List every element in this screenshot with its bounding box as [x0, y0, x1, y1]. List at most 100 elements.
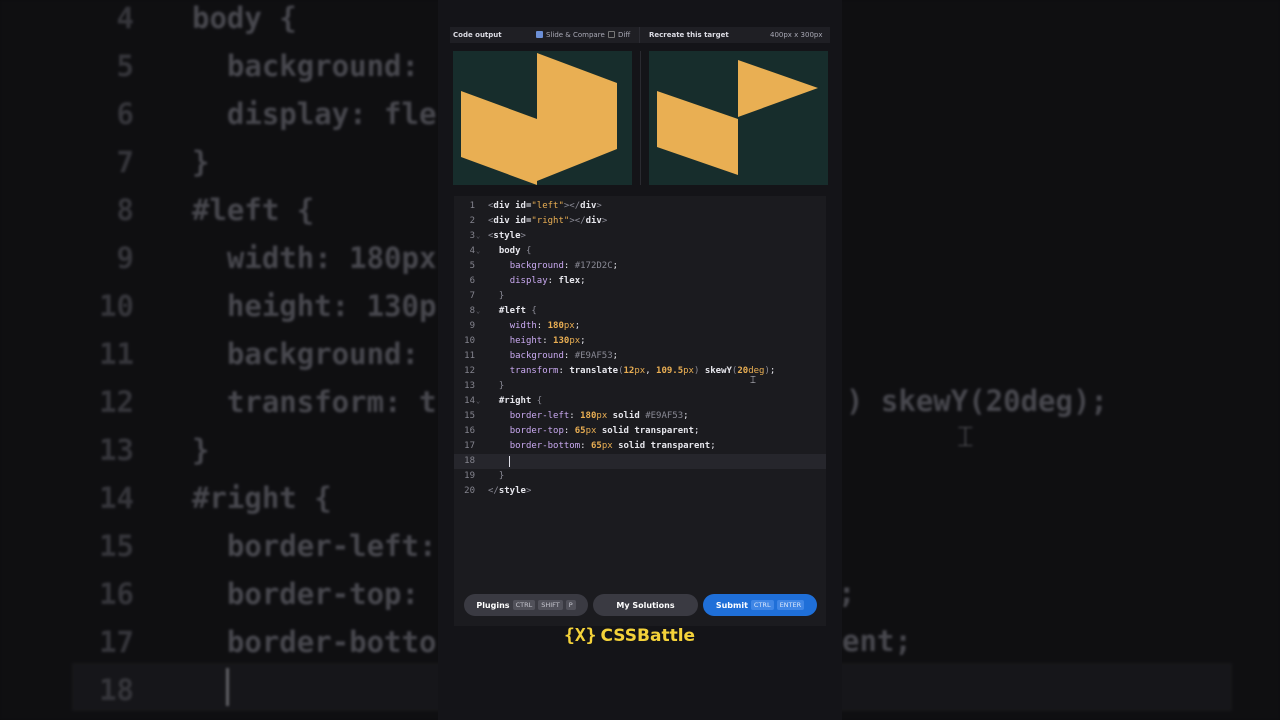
code-text: <style>	[488, 229, 526, 244]
text-caret	[509, 456, 510, 467]
code-token: {	[525, 246, 532, 256]
code-token: 65	[590, 441, 602, 451]
code-token: }	[498, 471, 505, 481]
code-token: ;	[612, 261, 619, 271]
code-token: ></	[569, 216, 586, 226]
code-token: id=	[515, 216, 532, 226]
fold-chevron-icon[interactable]: ⌄	[476, 229, 480, 244]
code-token: translate	[569, 366, 619, 376]
code-line[interactable]: 10 height: 130px;	[454, 334, 826, 349]
code-line[interactable]: 4 ⌄ body {	[454, 244, 826, 259]
code-line[interactable]: 12 transform: translate(12px, 109.5px) s…	[454, 364, 826, 379]
my-solutions-label: My Solutions	[616, 600, 675, 610]
toolbar-divider	[639, 27, 640, 43]
code-token: body	[498, 246, 521, 256]
plugins-key-shift: SHIFT	[538, 600, 563, 610]
background-line-number: 4	[116, 1, 134, 35]
code-token: :	[580, 441, 591, 451]
code-line[interactable]: 11 background: #E9AF53;	[454, 349, 826, 364]
code-line[interactable]: 19 }	[454, 469, 826, 484]
diff-checkbox-icon[interactable]	[608, 31, 615, 38]
preview-divider	[640, 51, 641, 185]
code-line[interactable]: 17 border-bottom: 65px solid transparent…	[454, 439, 826, 454]
code-token: 65	[574, 426, 586, 436]
output-left-skewed-shape	[461, 91, 537, 185]
code-line[interactable]: 20 </style>	[454, 484, 826, 499]
code-token: :	[563, 426, 575, 436]
code-token: solid	[601, 426, 629, 436]
code-token: {	[536, 396, 543, 406]
code-line[interactable]: 3 ⌄ <style>	[454, 229, 826, 244]
code-line[interactable]: 6 display: flex;	[454, 274, 826, 289]
code-line[interactable]: 15 border-left: 180px solid #E9AF53;	[454, 409, 826, 424]
code-token: </	[488, 486, 499, 496]
code-editor[interactable]: 1 <div id="left"></div> 2 <div id="right"><…	[454, 196, 826, 584]
fold-chevron-icon[interactable]: ⌄	[476, 304, 480, 319]
fold-chevron-icon[interactable]: ⌄	[476, 394, 480, 409]
submit-label: Submit	[715, 601, 748, 610]
code-token: width	[509, 321, 537, 331]
code-token: >	[596, 201, 602, 211]
fold-chevron-icon[interactable]: ⌄	[476, 244, 480, 259]
code-line[interactable]: 8 ⌄ #left {	[454, 304, 826, 319]
code-token: height	[509, 336, 543, 346]
slide-compare-toggle[interactable]: Slide & Compare	[536, 27, 605, 43]
code-line[interactable]: 9 width: 180px;	[454, 319, 826, 334]
code-output-label: Code output	[453, 31, 502, 39]
code-token: :	[536, 321, 548, 331]
cssbattle-logo-text: CSSBattle	[600, 626, 696, 646]
background-line-text: width: 180px	[192, 241, 437, 275]
code-token: "left"	[531, 201, 564, 211]
code-text: <div id="right"></div>	[488, 214, 607, 229]
code-token: }	[498, 381, 505, 391]
submit-button[interactable]: Submit CTRL ENTER	[703, 594, 817, 616]
code-line[interactable]: 7 }	[454, 289, 826, 304]
line-number: 19	[464, 471, 475, 481]
code-line[interactable]: 13 }	[454, 379, 826, 394]
code-token: px	[569, 336, 581, 346]
code-token: flex	[558, 276, 581, 286]
plugins-button[interactable]: Plugins CTRL SHIFT P	[464, 594, 588, 616]
background-line-text: body {	[192, 1, 297, 35]
code-token: {	[531, 306, 537, 316]
code-token: #172D2C	[574, 261, 613, 271]
diff-toggle[interactable]: Diff	[608, 27, 630, 43]
slide-compare-checkbox-icon[interactable]	[536, 31, 543, 38]
code-token: background	[509, 261, 564, 271]
submit-key-enter: ENTER	[776, 600, 805, 610]
code-token: #left	[498, 306, 526, 316]
output-right-shape	[537, 53, 617, 181]
line-number: 20	[464, 486, 475, 496]
code-output-shapes	[461, 53, 617, 185]
background-line-text: }	[192, 145, 210, 179]
background-line-text: border-botto	[192, 625, 437, 659]
background-line-text: background:	[192, 49, 419, 83]
background-line-text: background:	[192, 337, 419, 371]
code-line[interactable]: 5 background: #172D2C;	[454, 259, 826, 274]
target-left-skewed-shape	[657, 91, 738, 175]
slide-compare-label: Slide & Compare	[546, 31, 605, 39]
plugins-key-p: P	[565, 600, 576, 610]
background-line-number: 17	[99, 625, 134, 659]
my-solutions-button[interactable]: My Solutions	[593, 594, 698, 616]
code-text: #right {	[488, 394, 542, 409]
code-token: px	[596, 411, 608, 421]
code-output-preview[interactable]	[453, 51, 632, 185]
code-line[interactable]: 2 <div id="right"></div>	[454, 214, 826, 229]
code-token: px	[563, 321, 575, 331]
code-line[interactable]: 1 <div id="left"></div>	[454, 199, 826, 214]
background-line-number: 9	[116, 241, 134, 275]
code-line[interactable]: 18	[454, 454, 826, 469]
code-line[interactable]: 14 ⌄ #right {	[454, 394, 826, 409]
background-line-number: 14	[99, 481, 134, 515]
background-line-number: 16	[99, 577, 134, 611]
code-line[interactable]: 16 border-top: 65px solid transparent;	[454, 424, 826, 439]
line-number: 12	[464, 366, 475, 376]
code-text: border-top: 65px solid transparent;	[488, 424, 700, 439]
code-token: :	[563, 351, 575, 361]
background-ibeam-cursor-icon: ⌶	[957, 420, 974, 453]
